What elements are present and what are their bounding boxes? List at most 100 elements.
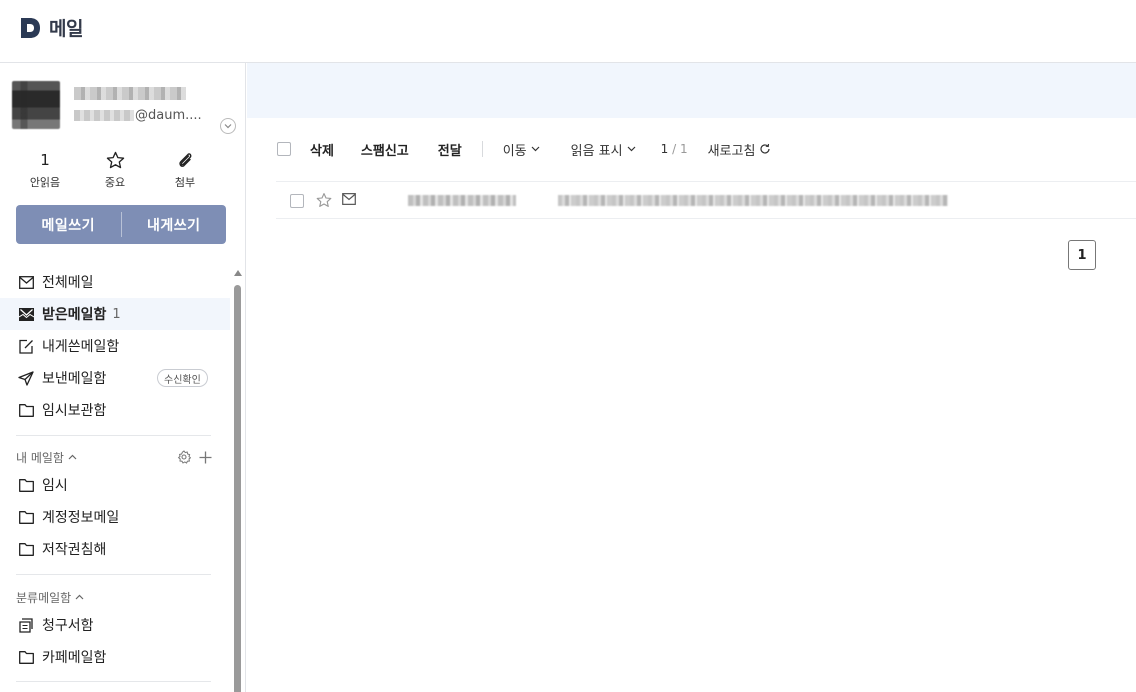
daum-mail-logo[interactable]: 메일 — [20, 14, 83, 41]
subject-blurred[interactable] — [558, 195, 948, 206]
write-button-group: 메일쓰기 내게쓰기 — [16, 205, 226, 244]
refresh-button[interactable]: 새로고침 — [708, 140, 772, 159]
mark-read-dropdown[interactable]: 읽음 표시 — [571, 140, 636, 159]
star-icon[interactable] — [316, 192, 332, 208]
folder-icon — [18, 403, 34, 417]
unread-count: 1 — [40, 151, 50, 169]
page-total: 1 — [679, 142, 688, 156]
scrollbar-thumb[interactable] — [234, 285, 241, 692]
refresh-label: 새로고침 — [707, 143, 756, 159]
spam-report-button[interactable]: 스팸신고 — [361, 140, 409, 159]
pagination-page-button[interactable]: 1 — [1068, 240, 1096, 270]
scroll-up-arrow-icon[interactable] — [234, 270, 242, 276]
chevron-up-icon[interactable] — [75, 594, 84, 600]
mail-main: 삭제 스팸신고 전달 이동 읽음 표시 1 / 1 새로고침 1 — [247, 63, 1136, 692]
email-local-blurred — [74, 110, 134, 121]
envelope-icon[interactable] — [342, 193, 356, 205]
sidebar-item-label: 저작권침해 — [42, 542, 107, 558]
row-checkbox[interactable] — [290, 194, 304, 208]
table-row[interactable] — [276, 181, 1136, 219]
folder-icon — [18, 478, 34, 492]
forward-button[interactable]: 전달 — [438, 140, 462, 159]
profile-name-blurred — [74, 87, 186, 100]
sidebar-item-self-mail[interactable]: 내게쓴메일함 — [0, 330, 230, 362]
sidebar-item-label: 청구서함 — [42, 618, 94, 634]
read-receipt-badge[interactable]: 수신확인 — [157, 369, 208, 387]
sidebar-item-folder[interactable]: 저작권침해 — [0, 533, 230, 565]
unread-label: 안읽음 — [29, 176, 61, 189]
sidebar-item-label: 임시 — [42, 478, 68, 494]
top-banner — [247, 63, 1136, 118]
gear-icon[interactable] — [177, 450, 191, 464]
chevron-down-icon — [531, 146, 540, 152]
avatar[interactable] — [12, 81, 60, 129]
mark-read-label: 읽음 표시 — [570, 143, 623, 159]
sidebar-item-label: 내게쓴메일함 — [42, 339, 120, 355]
folder-icon — [18, 542, 34, 556]
send-icon — [18, 370, 34, 386]
inbox-icon — [18, 307, 34, 321]
important-label: 중요 — [104, 176, 126, 189]
plus-icon[interactable] — [199, 451, 212, 464]
sidebar-divider — [16, 681, 211, 682]
important-filter[interactable]: 중요 — [80, 150, 150, 190]
my-mailbox-title[interactable]: 내 메일함 — [16, 449, 64, 466]
mail-toolbar: 삭제 스팸신고 전달 이동 읽음 표시 1 / 1 새로고침 — [277, 133, 771, 165]
move-dropdown[interactable]: 이동 — [503, 140, 540, 159]
page-current: 1 — [660, 142, 669, 156]
delete-button[interactable]: 삭제 — [310, 140, 334, 159]
toolbar-divider — [481, 141, 483, 157]
sidebar-item-label: 카페메일함 — [42, 650, 107, 666]
sidebar-item-sent[interactable]: 보낸메일함 수신확인 — [0, 362, 230, 394]
sidebar-item-folder[interactable]: 계정정보메일 — [0, 501, 230, 533]
sidebar-item-drafts[interactable]: 임시보관함 — [0, 394, 230, 426]
sidebar-item-cafe[interactable]: 카페메일함 — [0, 641, 230, 673]
inbox-unread-count: 1 — [112, 306, 121, 322]
top-header: 메일 — [0, 0, 1136, 63]
category-title[interactable]: 분류메일함 — [16, 589, 71, 606]
profile-email: @daum.... — [74, 108, 202, 123]
chevron-down-icon — [627, 146, 636, 152]
sidebar-scrollbar[interactable] — [234, 270, 242, 692]
sidebar-item-inbox[interactable]: 받은메일함 1 — [0, 298, 230, 330]
page-indicator: 1 / 1 — [661, 142, 688, 156]
chevron-up-icon[interactable] — [68, 454, 77, 460]
sidebar-item-label: 임시보관함 — [42, 403, 107, 419]
mail-icon — [18, 275, 34, 289]
sidebar: @daum.... 1 안읽음 중요 첨부 메일쓰기 내게쓰기 전체메일 받은메… — [0, 63, 246, 692]
daum-logo-icon — [21, 17, 40, 38]
paperclip-icon — [179, 153, 192, 167]
category-mailbox-header: 분류메일함 — [16, 588, 212, 606]
sidebar-item-label: 받은메일함 — [42, 307, 107, 323]
write-to-self-button[interactable]: 내게쓰기 — [122, 215, 227, 235]
compose-button[interactable]: 메일쓰기 — [16, 215, 121, 235]
sidebar-item-all-mail[interactable]: 전체메일 — [0, 266, 230, 298]
sidebar-item-label: 전체메일 — [42, 275, 94, 291]
receipt-icon — [18, 617, 33, 633]
folder-icon — [18, 650, 34, 664]
my-mailbox-header: 내 메일함 — [16, 448, 212, 466]
sidebar-divider — [16, 435, 211, 436]
move-label: 이동 — [502, 143, 527, 159]
star-icon — [106, 151, 124, 169]
email-domain: @daum.... — [135, 108, 202, 123]
sidebar-divider — [16, 574, 211, 575]
folder-icon — [18, 510, 34, 524]
quick-filters: 1 안읽음 중요 첨부 — [10, 150, 220, 190]
attachment-filter[interactable]: 첨부 — [150, 150, 220, 190]
sender-blurred — [408, 195, 516, 206]
attachment-label: 첨부 — [174, 176, 196, 189]
select-all-checkbox[interactable] — [277, 142, 291, 156]
chevron-down-icon — [224, 124, 232, 129]
page-separator: / — [672, 142, 677, 156]
sidebar-item-label: 계정정보메일 — [42, 510, 120, 526]
unread-filter[interactable]: 1 안읽음 — [10, 150, 80, 190]
refresh-icon — [760, 143, 771, 154]
sidebar-item-folder[interactable]: 임시 — [0, 469, 230, 501]
sidebar-item-bills[interactable]: 청구서함 — [0, 609, 230, 641]
profile-section: @daum.... — [12, 81, 236, 134]
profile-expand-button[interactable] — [220, 118, 236, 134]
sidebar-item-label: 보낸메일함 — [42, 371, 107, 387]
app-title: 메일 — [49, 18, 83, 40]
edit-icon — [18, 339, 33, 354]
